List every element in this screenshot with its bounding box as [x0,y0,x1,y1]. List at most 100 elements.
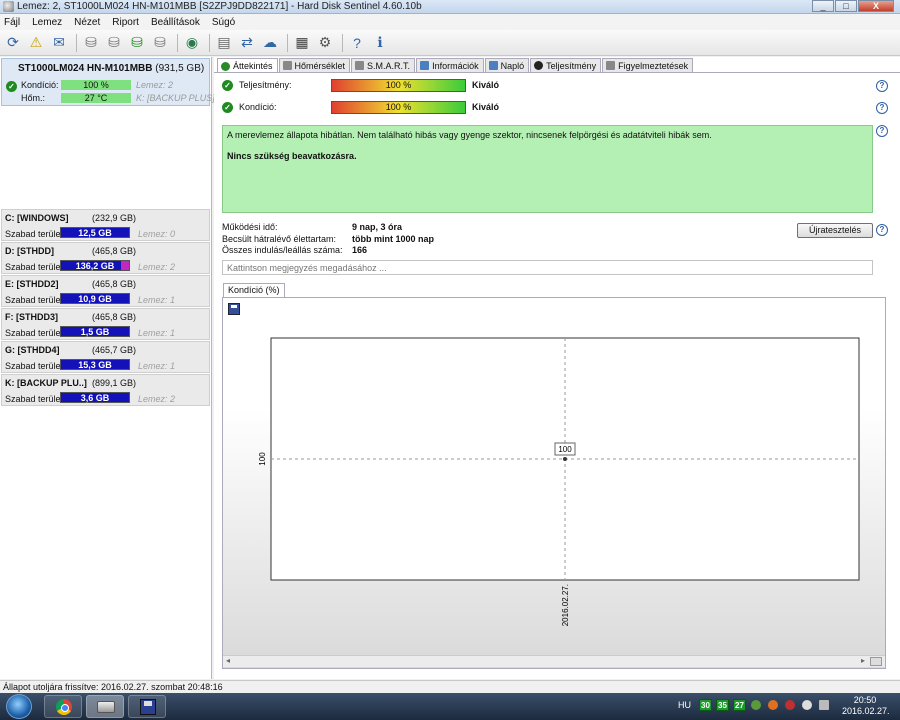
performance-rating: Kiváló [472,80,500,90]
tray-app-icon[interactable] [751,700,761,710]
scroll-grip[interactable] [870,657,882,666]
horizontal-scrollbar[interactable]: ◂ ▸ [223,655,885,667]
tab-smart[interactable]: S.M.A.R.T. [351,58,416,72]
tab-log[interactable]: Napló [484,58,530,72]
clock[interactable]: 20:50 2016.02.27. [842,695,890,717]
disk-condition-row: Kondíció: 100 % Lemez: 2 [21,80,173,90]
help-icon[interactable]: ? [876,102,888,114]
condition-chart: 100 100 2016.02.27. [258,337,860,626]
help-icon[interactable]: ? [347,33,367,53]
tab-label: S.M.A.R.T. [367,60,411,71]
tab-strip: Áttekintés Hőmérséklet S.M.A.R.T. Inform… [217,58,694,73]
help-icon[interactable]: ? [876,125,888,137]
maximize-button[interactable]: □ [835,0,857,12]
window-controls: _ □ X [811,0,894,12]
tray-network-icon[interactable] [802,700,812,710]
save-task-button[interactable] [128,695,166,718]
volume-name: G: [STHDD4] [5,345,60,355]
tray-antivirus-icon[interactable] [785,700,795,710]
chrome-task-button[interactable] [44,695,82,718]
volume-disk-ref: Lemez: 1 [138,361,176,371]
globe-icon[interactable]: ◉ [182,33,202,53]
tray-volume-icon[interactable] [819,700,829,710]
status-action: Nincs szükség beavatkozásra. [227,151,357,161]
scroll-left-icon[interactable]: ◂ [226,656,230,665]
tray-update-icon[interactable] [768,700,778,710]
left-panel: ST1000LM024 HN-M101MBB (931,5 GB) ✓ Kond… [0,57,215,679]
volume-card[interactable]: F: [STHDD3] (465,8 GB) Szabad terület 1,5 G… [1,308,210,340]
tab-label: Figyelmeztetések [618,60,689,71]
start-button[interactable] [6,694,32,719]
status-text: A merevlemez állapota hibátlan. Nem talá… [227,130,712,140]
sync-icon[interactable]: ⇄ [237,33,257,53]
condition-label: Kondíció: [21,80,59,90]
gauge-icon [534,61,544,70]
hdsentinel-task-button[interactable] [86,695,124,718]
disk-icon[interactable]: ⛁ [81,33,101,53]
menu-report[interactable]: Riport [112,17,139,28]
settings-icon[interactable]: ⚙ [315,33,335,53]
tab-overview[interactable]: Áttekintés [217,58,278,73]
help-icon[interactable]: ? [876,80,888,92]
toolbar-separator [177,33,178,52]
uptime-label: Működési idő: [222,222,278,232]
check-icon [221,61,230,71]
chart-tab[interactable]: Kondíció (%) [223,283,285,297]
volume-card[interactable]: C: [WINDOWS] (232,9 GB) Szabad terület 12,5… [1,209,210,241]
warning-icon[interactable]: ⚠ [26,33,46,53]
free-space-bar: 15,3 GB [60,359,130,370]
x-tick-label: 2016.02.27. [561,584,570,626]
chip-icon[interactable]: ▦ [292,33,312,53]
tray-temp-3[interactable]: 27 [733,699,746,711]
tab-performance[interactable]: Teljesítmény [530,58,602,72]
tray-temp-2[interactable]: 35 [716,699,729,711]
menu-disk[interactable]: Lemez [32,17,62,28]
menu-settings[interactable]: Beállítások [151,17,200,28]
volume-card[interactable]: D: [STHDD] (465,8 GB) Szabad terület 136,2 … [1,242,210,274]
menu-help[interactable]: Súgó [212,17,235,28]
disk-card[interactable]: ST1000LM024 HN-M101MBB (931,5 GB) ✓ Kond… [1,58,215,106]
volume-card[interactable]: G: [STHDD4] (465,7 GB) Szabad terület 15,3 … [1,341,210,373]
refresh-icon[interactable]: ⟳ [3,33,23,53]
share-icon[interactable]: ☁ [260,33,280,53]
disk-check-icon[interactable]: ⛁ [104,33,124,53]
help-icon[interactable]: ? [876,224,888,236]
condition-bar: 100 % [61,80,131,90]
language-indicator[interactable]: HU [678,700,691,710]
volume-disk-ref: Lemez: 1 [138,295,176,305]
report-icon[interactable]: ▤ [214,33,234,53]
retest-button[interactable]: Újratesztelés [797,223,873,238]
note-input[interactable] [222,260,873,275]
volume-size: (465,7 GB) [92,345,137,355]
uptime-value: 9 nap, 3 óra [352,222,403,232]
check-icon: ✓ [222,80,233,91]
volume-name: K: [BACKUP PLU..] [5,378,87,388]
minimize-button[interactable]: _ [812,0,834,12]
tab-temperature[interactable]: Hőmérséklet [278,58,351,72]
close-button[interactable]: X [858,0,894,12]
volume-card[interactable]: K: [BACKUP PLU..] (899,1 GB) Szabad terüle… [1,374,210,406]
info-icon [420,61,430,70]
info-icon[interactable]: ℹ [370,33,390,53]
tab-information[interactable]: Információk [416,58,484,72]
email-icon[interactable]: ✉ [49,33,69,53]
tab-label: Napló [500,60,525,71]
free-space-label: Szabad terület [5,295,64,305]
performance-label: Teljesítmény: [239,80,292,90]
clock-date: 2016.02.27. [842,706,890,716]
menu-file[interactable]: Fájl [4,17,20,28]
disk-ok-icon[interactable]: ⛁ [127,33,147,53]
uptime-row: Működési idő: 9 nap, 3 óra [222,222,402,232]
clock-time: 20:50 [853,695,877,705]
disk-tools-icon[interactable]: ⛁ [150,33,170,53]
volume-card[interactable]: E: [STHDD2] (465,8 GB) Szabad terület 10,9 … [1,275,210,307]
check-icon: ✓ [222,102,233,113]
menu-view[interactable]: Nézet [74,17,100,28]
scroll-right-icon[interactable]: ▸ [861,656,865,665]
hard-disk-icon [97,701,115,713]
check-icon: ✓ [6,81,17,92]
tray-temp-1[interactable]: 30 [699,699,712,711]
startstop-label: Összes indulás/leállás száma: [222,245,343,255]
window-title: Lemez: 2, ST1000LM024 HN-M101MBB [S2ZPJ9… [17,1,422,12]
tab-alerts[interactable]: Figyelmeztetések [602,58,694,72]
